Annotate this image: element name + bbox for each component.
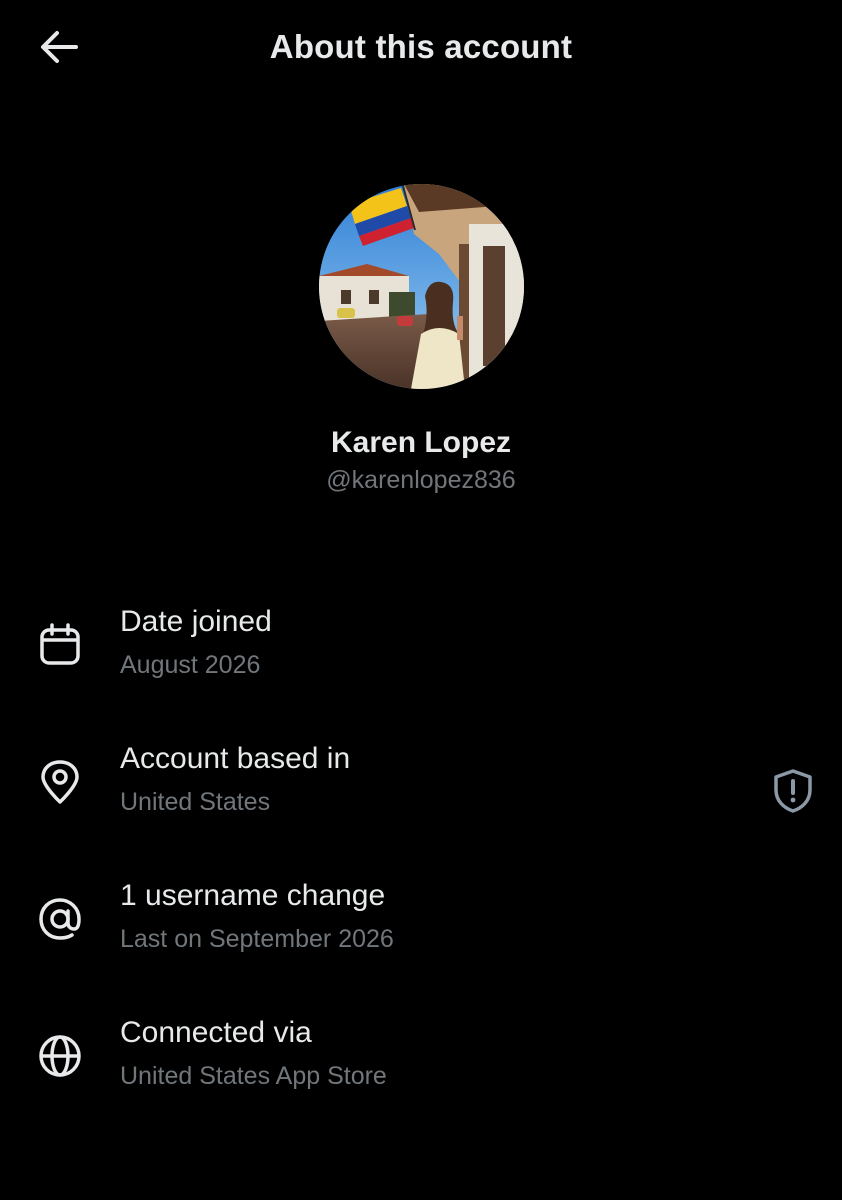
globe-icon	[36, 1032, 84, 1080]
at-sign-icon	[36, 895, 84, 943]
username-handle: @karenlopez836	[326, 466, 516, 494]
display-name: Karen Lopez	[330, 426, 512, 459]
detail-title: Account based in	[120, 742, 351, 775]
detail-row-username-change: 1 username change Last on September 2026	[0, 877, 842, 987]
avatar[interactable]	[319, 184, 524, 389]
location-pin-icon	[36, 758, 84, 806]
detail-value: United States	[120, 788, 271, 816]
detail-value: August 2026	[120, 651, 261, 679]
detail-row-account-based-in: Account based in United States	[0, 740, 842, 850]
about-account-screen: About this account Karen Lopez @karenlop…	[0, 0, 842, 1200]
header: About this account	[0, 0, 842, 100]
shield-alert-icon	[774, 769, 812, 813]
calendar-icon	[36, 621, 84, 669]
page-title: About this account	[269, 28, 573, 65]
detail-title: 1 username change	[120, 879, 386, 912]
detail-row-connected-via: Connected via United States App Store	[0, 1014, 842, 1124]
profile-photo	[319, 184, 524, 389]
detail-value: Last on September 2026	[120, 925, 394, 953]
detail-title: Connected via	[120, 1016, 312, 1049]
detail-value: United States App Store	[120, 1062, 387, 1090]
detail-row-date-joined: Date joined August 2026	[0, 603, 842, 713]
detail-title: Date joined	[120, 605, 272, 638]
shield-alert-button[interactable]	[766, 764, 820, 818]
